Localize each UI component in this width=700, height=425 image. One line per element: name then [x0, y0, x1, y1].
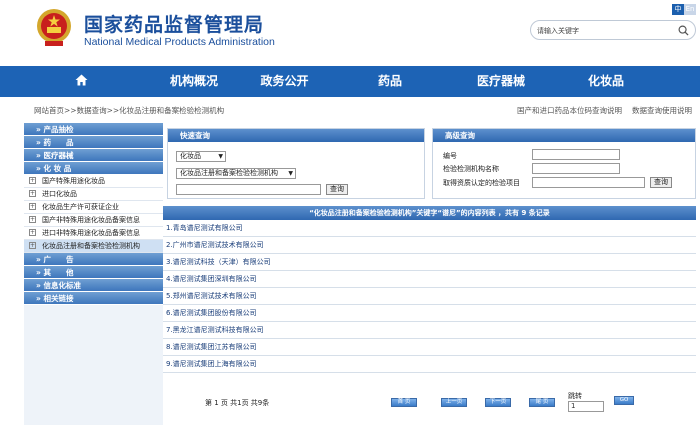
nav-drugs[interactable]: 药品 — [344, 66, 436, 97]
sidebar-group-it-standards[interactable]: » 信息化标准 — [24, 279, 163, 292]
sidebar-group-other[interactable]: » 其 他 — [24, 266, 163, 279]
quick-search-title: 快速查询 — [168, 129, 424, 142]
national-emblem-icon — [37, 9, 71, 46]
first-page-button[interactable]: 首 页 — [391, 398, 417, 407]
lang-zh-button[interactable]: 中 — [672, 4, 684, 15]
quick-search-panel: 快速查询 化妆品 ▼ 化妆品注册和备案检验检测机构 ▼ 查询 — [167, 128, 425, 199]
list-item[interactable]: 6.谱尼测试集团股份有限公司 — [163, 305, 696, 322]
sidebar: » 产品抽检 » 药 品 » 医疗器械 » 化 妆 品 + 国产特殊用途化妆品 +… — [24, 123, 163, 425]
plus-icon: + — [29, 216, 36, 223]
list-item[interactable]: 1.青岛谱尼测试有限公司 — [163, 220, 696, 237]
sidebar-item-imported-nonspecial[interactable]: + 进口非特殊用途化妆品备案信息 — [24, 227, 163, 240]
nav-gov-affairs[interactable]: 政务公开 — [225, 66, 344, 97]
query-help-link[interactable]: 数据查询使用说明 — [632, 106, 692, 115]
institution-name-input[interactable] — [532, 163, 620, 174]
prev-page-button[interactable]: 上一页 — [441, 398, 467, 407]
advanced-search-title: 高级查询 — [433, 129, 695, 142]
sidebar-group-medical-devices[interactable]: » 医疗器械 — [24, 149, 163, 162]
page-info: 第 1 页 共1页 共9条 — [205, 399, 270, 407]
nav-cosmetics[interactable]: 化妆品 — [566, 66, 646, 97]
sidebar-item-domestic-nonspecial[interactable]: + 国产非特殊用途化妆品备案信息 — [24, 214, 163, 227]
test-items-input[interactable] — [532, 177, 645, 188]
site-title-cn[interactable]: 国家药品监督管理局 — [84, 10, 264, 37]
field-label-number: 编号 — [443, 152, 457, 160]
pagination: 第 1 页 共1页 共9条 首 页 上一页 下一页 尾 页 跳转 1 GO — [163, 391, 696, 421]
sidebar-group-product-sampling[interactable]: » 产品抽检 — [24, 123, 163, 136]
language-switch: 中 En — [672, 4, 696, 15]
plus-icon: + — [29, 203, 36, 210]
last-page-button[interactable]: 尾 页 — [529, 398, 555, 407]
site-title-en: National Medical Products Administration — [84, 36, 275, 48]
dropdown-arrow-icon: ▼ — [288, 170, 293, 177]
dropdown-arrow-icon: ▼ — [218, 153, 223, 160]
list-item[interactable]: 7.黑龙江谱尼测试科技有限公司 — [163, 322, 696, 339]
list-item[interactable]: 5.郑州谱尼测试技术有限公司 — [163, 288, 696, 305]
category-select[interactable]: 化妆品 ▼ — [176, 151, 226, 162]
sidebar-group-related-links[interactable]: » 相关链接 — [24, 292, 163, 305]
jump-page-input[interactable]: 1 — [568, 401, 604, 412]
sidebar-group-cosmetics[interactable]: » 化 妆 品 — [24, 162, 163, 175]
field-label-institution: 检验检测机构名称 — [443, 165, 499, 173]
site-header: 国家药品监督管理局 National Medical Products Admi… — [0, 0, 700, 66]
advanced-search-button[interactable]: 查询 — [650, 177, 672, 188]
sidebar-group-drugs[interactable]: » 药 品 — [24, 136, 163, 149]
nav-home[interactable] — [0, 66, 163, 97]
breadcrumb-current: 化妆品注册和备案检验检测机构 — [119, 106, 225, 115]
keyword-input[interactable] — [176, 184, 321, 195]
plus-icon: + — [29, 229, 36, 236]
drug-code-help-link[interactable]: 国产和进口药品本位码查询说明 — [517, 106, 622, 115]
home-icon — [75, 74, 88, 86]
breadcrumb: 网站首页>>数据查询>>化妆品注册和备案检验检测机构 国产和进口药品本位码查询说… — [24, 103, 700, 117]
search-icon[interactable] — [678, 25, 689, 36]
breadcrumb-data-query[interactable]: 数据查询 — [77, 106, 107, 115]
list-item[interactable]: 4.谱尼测试集团深圳有限公司 — [163, 271, 696, 288]
sidebar-item-imported[interactable]: + 进口化妆品 — [24, 188, 163, 201]
list-item[interactable]: 9.谱尼测试集团上海有限公司 — [163, 356, 696, 373]
plus-icon: + — [29, 242, 36, 249]
nav-institution[interactable]: 机构概况 — [163, 66, 225, 97]
advanced-search-panel: 高级查询 编号 检验检测机构名称 取得资质认定的检验项目 查询 — [432, 128, 696, 199]
next-page-button[interactable]: 下一页 — [485, 398, 511, 407]
breadcrumb-separator: >> — [106, 106, 120, 115]
sidebar-item-domestic-special[interactable]: + 国产特殊用途化妆品 — [24, 175, 163, 188]
sidebar-item-production-license[interactable]: + 化妆品生产许可获证企业 — [24, 201, 163, 214]
list-item[interactable]: 2.广州市谱尼测试技术有限公司 — [163, 237, 696, 254]
field-label-test-items: 取得资质认定的检验项目 — [443, 179, 520, 187]
jump-label: 跳转 — [568, 392, 582, 400]
sidebar-group-ads[interactable]: » 广 告 — [24, 253, 163, 266]
site-search — [530, 20, 696, 40]
list-item[interactable]: 8.谱尼测试集团江苏有限公司 — [163, 339, 696, 356]
lang-en-button[interactable]: En — [684, 4, 696, 15]
results-header: “化妆品注册和备案检验检测机构”关键字“谱尼”的内容列表 ，共有 9 条记录 — [163, 206, 696, 220]
number-input[interactable] — [532, 149, 620, 160]
database-select[interactable]: 化妆品注册和备案检验检测机构 ▼ — [176, 168, 296, 179]
sidebar-item-testing-institutions[interactable]: + 化妆品注册和备案检验检测机构 — [24, 240, 163, 253]
list-item[interactable]: 3.谱尼测试科技（天津）有限公司 — [163, 254, 696, 271]
quick-search-button[interactable]: 查询 — [326, 184, 348, 195]
nav-medical-devices[interactable]: 医疗器械 — [436, 66, 566, 97]
breadcrumb-home[interactable]: 网站首页 — [34, 106, 64, 115]
plus-icon: + — [29, 177, 36, 184]
go-button[interactable]: GO — [614, 396, 634, 405]
main-nav: 机构概况 政务公开 药品 医疗器械 化妆品 — [0, 66, 700, 97]
search-input[interactable] — [537, 24, 667, 37]
plus-icon: + — [29, 190, 36, 197]
breadcrumb-separator: >> — [64, 106, 77, 115]
